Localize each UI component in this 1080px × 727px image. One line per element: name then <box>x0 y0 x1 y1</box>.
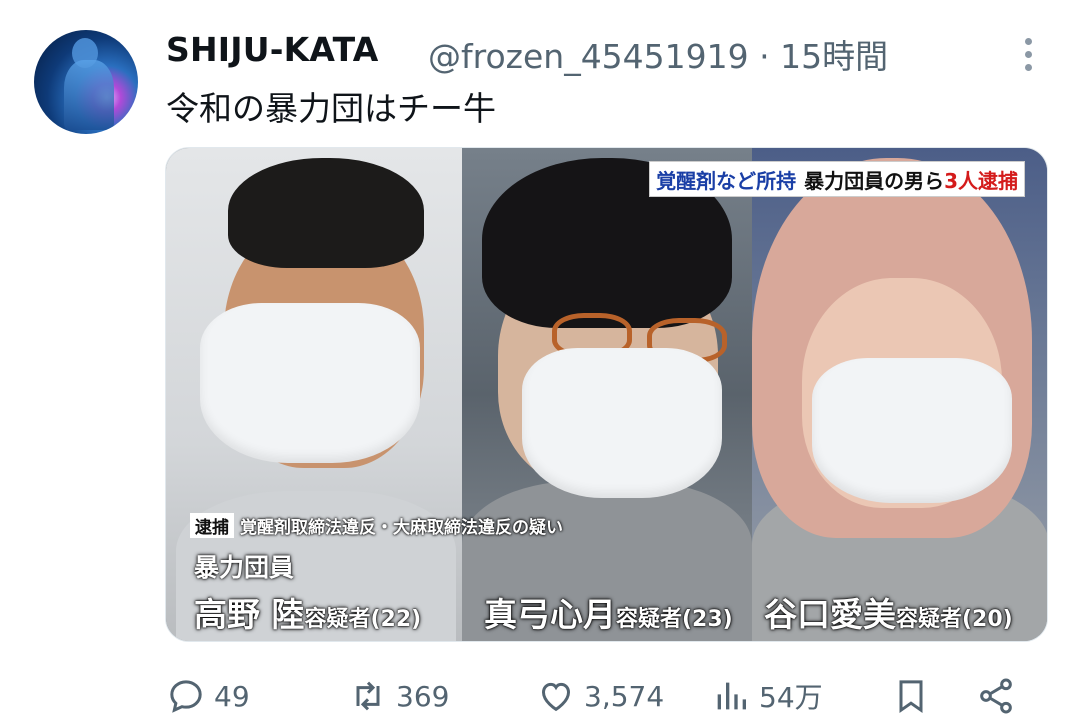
retweet-count: 369 <box>396 679 450 713</box>
author-handle-time[interactable]: @frozen_45451919 · 15時間 <box>428 30 888 78</box>
avatar-figure-torso <box>64 60 114 130</box>
suspect-caption-3: 谷口愛美容疑者(20) <box>764 595 1013 634</box>
like-count: 3,574 <box>584 679 665 713</box>
reply-count: 49 <box>214 679 250 713</box>
suspect-caption-1: 高野 陸容疑者(22) <box>194 595 422 634</box>
photo-panel-3 <box>752 148 1047 641</box>
tweet-media-image[interactable]: 覚醒剤など所持 暴力団員の男ら 3人逮捕 逮捕 覚醒剤取締法違反・大麻取締法違反… <box>165 147 1048 642</box>
charge-text: 覚醒剤取締法違反・大麻取締法違反の疑い <box>240 517 563 538</box>
headline-part-3: 3人逮捕 <box>944 168 1018 193</box>
headline-part-2: 暴力団員の男ら <box>804 168 945 193</box>
arrest-tag: 逮捕 <box>190 512 234 538</box>
reply-icon <box>170 680 202 713</box>
views-button[interactable]: 54万 <box>711 676 823 716</box>
like-button[interactable]: 3,574 <box>536 676 664 716</box>
photo-panel-2 <box>462 148 752 641</box>
news-headline-banner: 覚醒剤など所持 暴力団員の男ら 3人逮捕 <box>649 161 1025 197</box>
analytics-icon <box>717 682 746 710</box>
retweet-button[interactable]: 369 <box>348 676 449 716</box>
tweet-action-bar: 49 369 3,574 54万 <box>166 670 1046 720</box>
author-name[interactable]: SHIJU-KATA <box>166 30 378 69</box>
more-options-icon[interactable] <box>1016 34 1040 74</box>
share-icon <box>980 678 1012 714</box>
share-button[interactable] <box>976 676 1024 716</box>
views-count: 54万 <box>759 681 823 714</box>
suspect-caption-2: 真弓心月容疑者(23) <box>484 595 733 634</box>
bookmark-button[interactable] <box>891 676 939 716</box>
heart-icon <box>541 682 571 712</box>
retweet-icon <box>356 681 380 711</box>
bookmark-icon <box>899 680 923 714</box>
headline-part-1: 覚醒剤など所持 <box>656 168 797 193</box>
suspect-role-label: 暴力団員 <box>194 553 295 582</box>
avatar[interactable] <box>34 30 138 134</box>
tweet-text: 令和の暴力団はチー牛 <box>166 89 496 128</box>
charge-caption: 逮捕 覚醒剤取締法違反・大麻取締法違反の疑い <box>190 512 563 538</box>
reply-button[interactable]: 49 <box>166 676 250 716</box>
